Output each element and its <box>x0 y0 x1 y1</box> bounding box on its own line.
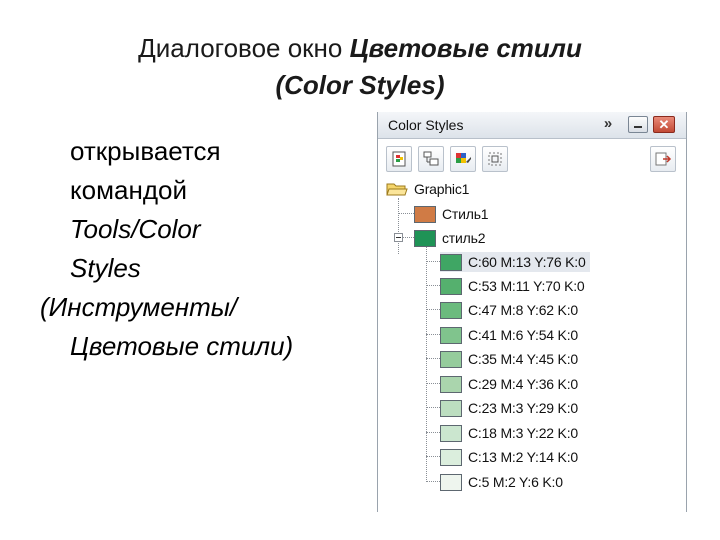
color-swatch <box>440 448 462 466</box>
body-line: открывается <box>70 136 221 166</box>
panel-toolbar <box>378 139 686 179</box>
panel-titlebar[interactable]: Color Styles » ✕ <box>378 112 686 139</box>
color-swatch <box>440 326 462 344</box>
child-color-item[interactable]: C:5 M:2 Y:6 K:0 <box>440 472 563 492</box>
color-swatch <box>440 350 462 368</box>
child-color-label: C:35 M:4 Y:45 K:0 <box>468 351 578 367</box>
slide-body: открывается командой Tools/Color Styles … <box>40 132 360 366</box>
child-color-label: C:41 M:6 Y:54 K:0 <box>468 327 578 343</box>
styles-tree: Graphic1 Стиль1 стиль2 C:60 M:13 Y:76 K:… <box>378 179 686 512</box>
collapse-toggle[interactable] <box>394 233 403 242</box>
import-styles-icon[interactable] <box>650 146 676 172</box>
title-line2: (Color Styles) <box>275 70 445 100</box>
style-label: стиль2 <box>442 230 486 246</box>
color-styles-panel: Color Styles » ✕ Graphic1 Стиль1 стиль2 … <box>377 112 687 512</box>
minimize-button[interactable] <box>628 116 648 133</box>
child-color-label: C:18 M:3 Y:22 K:0 <box>468 425 578 441</box>
convert-to-harmony-icon[interactable] <box>482 146 508 172</box>
child-color-label: C:23 M:3 Y:29 K:0 <box>468 400 578 416</box>
style-item[interactable]: Стиль1 <box>414 204 489 224</box>
color-swatch <box>440 399 462 417</box>
color-swatch <box>440 473 462 491</box>
folder-open-icon <box>386 183 408 196</box>
child-color-item[interactable]: C:18 M:3 Y:22 K:0 <box>440 423 578 443</box>
color-swatch <box>440 301 462 319</box>
child-color-item[interactable]: C:53 M:11 Y:70 K:0 <box>440 276 585 296</box>
child-color-label: C:60 M:13 Y:76 K:0 <box>468 254 586 270</box>
new-color-style-icon[interactable] <box>386 146 412 172</box>
title-prefix: Диалоговое окно <box>138 33 350 63</box>
child-color-item[interactable]: C:29 M:4 Y:36 K:0 <box>440 374 578 394</box>
body-line: командой <box>70 175 187 205</box>
child-color-label: C:47 M:8 Y:62 K:0 <box>468 302 578 318</box>
child-color-item[interactable]: C:60 M:13 Y:76 K:0 <box>440 252 590 272</box>
child-color-label: C:53 M:11 Y:70 K:0 <box>468 278 585 294</box>
title-italic: Цветовые стили <box>349 33 582 63</box>
chevron-right-icon[interactable]: » <box>600 116 616 133</box>
color-swatch <box>440 375 462 393</box>
child-color-item[interactable]: C:47 M:8 Y:62 K:0 <box>440 300 578 320</box>
slide-title: Диалоговое окно Цветовые стили (Color St… <box>40 30 680 104</box>
child-color-item[interactable]: C:13 M:2 Y:14 K:0 <box>440 447 578 467</box>
child-color-item[interactable]: C:35 M:4 Y:45 K:0 <box>440 349 578 369</box>
child-color-label: C:13 M:2 Y:14 K:0 <box>468 449 578 465</box>
new-child-color-icon[interactable] <box>418 146 444 172</box>
body-line: Styles <box>70 253 141 283</box>
color-swatch <box>414 229 436 247</box>
color-swatch <box>414 205 436 223</box>
color-swatch <box>440 277 462 295</box>
style-item[interactable]: стиль2 <box>414 228 485 248</box>
color-swatch <box>440 424 462 442</box>
body-line: Цветовые стили) <box>70 331 294 361</box>
color-swatch <box>440 253 462 271</box>
child-color-label: C:29 M:4 Y:36 K:0 <box>468 376 578 392</box>
body-line: Tools/Color <box>70 214 201 244</box>
panel-title: Color Styles <box>388 117 464 133</box>
close-button[interactable]: ✕ <box>653 116 675 133</box>
style-label: Стиль1 <box>442 206 489 222</box>
child-color-item[interactable]: C:23 M:3 Y:29 K:0 <box>440 398 578 418</box>
tree-root[interactable]: Graphic1 <box>386 179 469 199</box>
child-color-label: C:5 M:2 Y:6 K:0 <box>468 474 563 490</box>
body-line: (Инструменты/ <box>40 292 238 322</box>
child-color-item[interactable]: C:41 M:6 Y:54 K:0 <box>440 325 578 345</box>
tree-root-label: Graphic1 <box>414 181 470 197</box>
apply-color-style-icon[interactable] <box>450 146 476 172</box>
